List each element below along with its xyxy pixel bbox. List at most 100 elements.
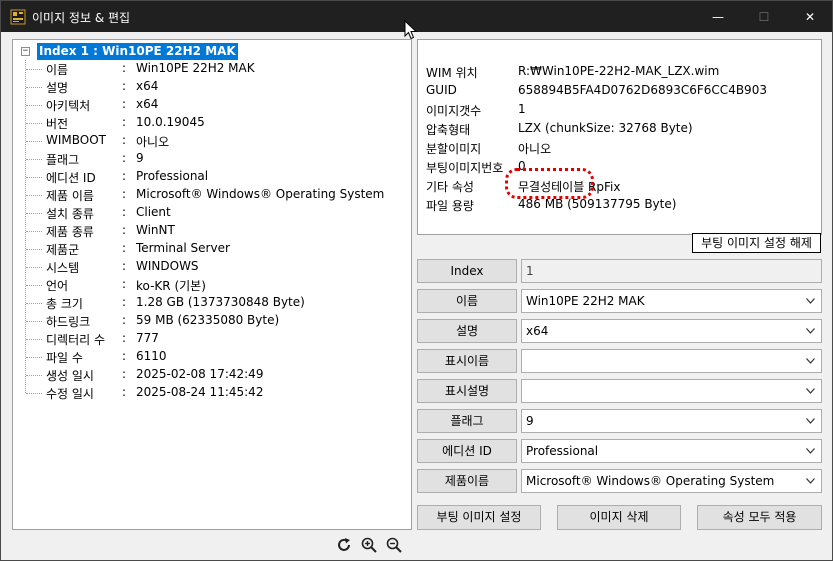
tree-item[interactable]: 하드링크:59 MB (62335080 Byte) [25, 312, 410, 330]
tree-item[interactable]: 수정 일시:2025-08-24 11:45:42 [25, 384, 410, 402]
tree-item[interactable]: 설명: x64 [25, 78, 410, 96]
highlight-annotation [505, 168, 594, 199]
tree-connector [26, 87, 42, 88]
property-label-button[interactable]: 표시설명 [417, 379, 517, 403]
tree-item-key: 설치 종류 [46, 207, 94, 221]
apply-all-properties-button[interactable]: 속성 모두 적용 [697, 505, 822, 530]
property-label-button[interactable]: 이름 [417, 289, 517, 313]
tree-item-separator: : [122, 79, 127, 93]
tree-item-separator: : [122, 241, 127, 255]
tree-connector [26, 159, 42, 160]
tree-item-value: x64 [136, 97, 159, 111]
tree-item-value: x64 [136, 79, 159, 93]
tree-item-value: Microsoft® Windows® Operating System [136, 187, 385, 201]
info-value: 658894B5FA4D0762D6893C6F6CC4B903 [518, 83, 767, 97]
tree-item-separator: : [122, 115, 127, 129]
set-boot-image-button[interactable]: 부팅 이미지 설정 [417, 505, 541, 530]
property-combobox[interactable]: 9 [521, 409, 822, 433]
property-combobox[interactable]: x64 [521, 319, 822, 343]
tree-item-key: 시스템 [46, 261, 80, 275]
refresh-icon[interactable] [335, 536, 353, 554]
tree-item[interactable]: 제품 이름: Microsoft® Windows® Operating Syst… [25, 186, 410, 204]
tree-item-key: 에디션 ID [46, 171, 96, 185]
tree-item[interactable]: WIMBOOT: 아니오 [25, 132, 410, 150]
property-value: Professional [526, 444, 599, 458]
chevron-down-icon[interactable] [806, 448, 815, 454]
tree-connector [26, 375, 42, 376]
info-value: 1 [518, 102, 526, 116]
tree-item-separator: : [122, 97, 127, 111]
tree-item-value: Professional [136, 169, 209, 183]
unset-boot-image-button[interactable]: 부팅 이미지 설정 해제 [692, 233, 821, 253]
tree-connector [26, 213, 42, 214]
property-combobox[interactable]: Professional [521, 439, 822, 463]
property-combobox[interactable]: Microsoft® Windows® Operating System [521, 469, 822, 493]
chevron-down-icon[interactable] [806, 328, 815, 334]
tree-item[interactable]: 아키텍처: x64 [25, 96, 410, 114]
minimize-button[interactable]: — [695, 1, 741, 32]
tree-item[interactable]: 이름: Win10PE 22H2 MAK [25, 60, 410, 78]
delete-image-button[interactable]: 이미지 삭제 [557, 505, 681, 530]
property-label-button[interactable]: 플래그 [417, 409, 517, 433]
chevron-down-icon[interactable] [806, 358, 815, 364]
close-button[interactable]: ✕ [787, 1, 833, 32]
image-tree-view[interactable]: − Index 1 : Win10PE 22H2 MAK 이름: Win10PE … [12, 39, 412, 530]
image-info-window: 이미지 정보 & 편집 — ☐ ✕ − Index 1 : Win10PE 22… [0, 0, 833, 561]
tree-item-separator: : [122, 367, 127, 381]
tree-item[interactable]: 버전:10.0.19045 [25, 114, 410, 132]
chevron-down-icon[interactable] [806, 418, 815, 424]
tree-item[interactable]: 제품 종류: WinNT [25, 222, 410, 240]
info-row: 부팅이미지번호 0 [426, 159, 821, 177]
tree-item-key: 제품군 [46, 243, 80, 257]
tree-item[interactable]: 디렉터리 수:777 [25, 330, 410, 348]
tree-item-value: WINDOWS [136, 259, 199, 273]
info-value: R:₩Win10PE-22H2-MAK_LZX.wim [518, 64, 720, 78]
property-value: 1 [526, 264, 534, 278]
tree-item[interactable]: 생성 일시:2025-02-08 17:42:49 [25, 366, 410, 384]
property-label-button[interactable]: 에디션 ID [417, 439, 517, 463]
chevron-down-icon[interactable] [806, 478, 815, 484]
tree-item[interactable]: 에디션 ID: Professional [25, 168, 410, 186]
info-key: 분할이미지 [426, 142, 482, 156]
tree-connector [26, 231, 42, 232]
zoom-out-icon[interactable] [385, 536, 403, 554]
property-value: Win10PE 22H2 MAK [526, 294, 645, 308]
tree-item[interactable]: 시스템: WINDOWS [25, 258, 410, 276]
tree-item-separator: : [122, 259, 127, 273]
property-label-button[interactable]: 설명 [417, 319, 517, 343]
info-value: LZX (chunkSize: 32768 Byte) [518, 121, 693, 135]
tree-item-key: 생성 일시 [46, 369, 94, 383]
property-combobox[interactable] [521, 349, 822, 373]
tree-item[interactable]: 플래그:9 [25, 150, 410, 168]
tree-item[interactable]: 설치 종류: Client [25, 204, 410, 222]
tree-item[interactable]: 총 크기:1.28 GB (1373730848 Byte) [25, 294, 410, 312]
tree-item-value: 9 [136, 151, 144, 165]
property-label-button[interactable]: Index [417, 259, 517, 283]
tree-root-label[interactable]: Index 1 : Win10PE 22H2 MAK [37, 43, 238, 60]
info-key: WIM 위치 [426, 66, 478, 80]
tree-connector [26, 105, 42, 106]
property-combobox[interactable]: Win10PE 22H2 MAK [521, 289, 822, 313]
tree-connector [26, 141, 42, 142]
tree-item-separator: : [122, 385, 127, 399]
tree-item[interactable]: 파일 수:6110 [25, 348, 410, 366]
property-label-button[interactable]: 표시이름 [417, 349, 517, 373]
property-value: x64 [526, 324, 549, 338]
maximize-button[interactable]: ☐ [741, 1, 787, 32]
tree-item-value: 6110 [136, 349, 167, 363]
collapse-icon[interactable]: − [21, 47, 30, 56]
tree-item-value: 2025-02-08 17:42:49 [136, 367, 264, 381]
tree-connector [26, 177, 42, 178]
chevron-down-icon[interactable] [806, 388, 815, 394]
tree-item-key: WIMBOOT [46, 133, 106, 147]
property-label-button[interactable]: 제품이름 [417, 469, 517, 493]
chevron-down-icon[interactable] [806, 298, 815, 304]
tree-item-key: 버전 [46, 117, 69, 131]
tree-item-value: 59 MB (62335080 Byte) [136, 313, 280, 327]
window-title: 이미지 정보 & 편집 [32, 11, 131, 25]
tree-connector [26, 195, 42, 196]
property-combobox[interactable] [521, 379, 822, 403]
tree-item[interactable]: 언어: ko-KR (기본) [25, 276, 410, 294]
zoom-in-icon[interactable] [360, 536, 378, 554]
tree-item[interactable]: 제품군: Terminal Server [25, 240, 410, 258]
